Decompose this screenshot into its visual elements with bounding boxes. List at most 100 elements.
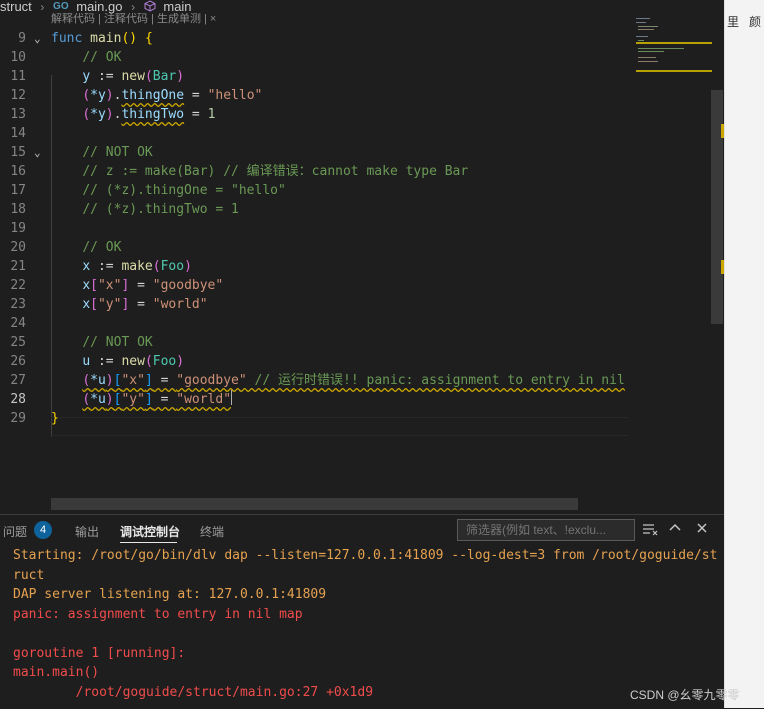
code-line[interactable]: 17 // (*z).thingOne = "hello"	[0, 181, 628, 200]
code-line[interactable]: 23 x["y"] = "world"	[0, 295, 628, 314]
code-token: (	[82, 88, 91, 103]
code-text: // OK	[51, 238, 121, 257]
line-number: 15	[10, 145, 26, 160]
code-line[interactable]: 13 (*y).thingTwo = 1	[0, 105, 628, 124]
code-line[interactable]: 21 x := make(Foo)	[0, 257, 628, 276]
code-line[interactable]: 14	[0, 124, 628, 143]
code-token: "hello"	[207, 88, 263, 103]
code-token: // (*z).thingOne = "hello"	[82, 183, 286, 198]
code-token: (	[144, 354, 153, 369]
code-token: "goodbye"	[152, 278, 224, 293]
breadcrumb-symbol[interactable]: main	[163, 0, 191, 14]
code-token: Foo	[152, 354, 177, 369]
code-token: *y	[90, 107, 106, 122]
chevron-right-icon: ›	[131, 0, 136, 14]
code-text: // OK	[51, 48, 121, 67]
code-token: )	[105, 373, 114, 388]
code-token: {	[144, 31, 153, 46]
code-text: (*u)["x"] = "goodbye" // 运行时错误!! panic: …	[51, 371, 624, 390]
line-number: 26	[10, 354, 26, 369]
code-line[interactable]: 10 // OK	[0, 48, 628, 67]
breadcrumb-folder[interactable]: struct	[0, 0, 32, 14]
code-token: )	[176, 354, 185, 369]
code-token: // (*z).thingTwo = 1	[82, 202, 239, 217]
fold-chevron-icon[interactable]: ⌄	[34, 143, 41, 162]
code-token: main	[90, 31, 122, 46]
code-line[interactable]: 25 // NOT OK	[0, 333, 628, 352]
code-token: x	[82, 297, 91, 312]
code-line[interactable]: 20 // OK	[0, 238, 628, 257]
code-token: "y"	[121, 392, 145, 407]
close-panel-icon[interactable]	[695, 521, 709, 538]
console-line: panic: assignment to entry in nil map	[13, 606, 303, 622]
line-number: 29	[10, 411, 26, 426]
code-text: // NOT OK	[51, 333, 152, 352]
line-number: 14	[10, 126, 26, 141]
code-text: x["x"] = "goodbye"	[51, 276, 223, 295]
clear-console-icon[interactable]	[642, 521, 658, 540]
console-line: /root/goguide/struct/main.go:27 +0x1d9	[13, 684, 374, 700]
code-line[interactable]: 26 u := new(Foo)	[0, 352, 628, 371]
code-line[interactable]: 19	[0, 219, 628, 238]
breadcrumb-file[interactable]: main.go	[76, 0, 122, 14]
code-token: // OK	[82, 50, 122, 65]
line-number: 10	[10, 50, 26, 65]
line-number: 20	[10, 240, 26, 255]
code-token: )	[176, 69, 185, 84]
code-line[interactable]: 15 ⌄ // NOT OK	[0, 143, 628, 162]
problems-count-badge: 4	[34, 521, 52, 539]
code-token: x	[82, 278, 91, 293]
line-number: 17	[10, 183, 26, 198]
code-token: (	[152, 259, 161, 274]
fold-chevron-icon[interactable]: ⌄	[34, 29, 41, 48]
horizontal-scrollbar[interactable]	[51, 498, 578, 510]
code-line[interactable]: 27 (*u)["x"] = "goodbye" // 运行时错误!! pani…	[0, 371, 628, 390]
bottom-panel: 问题 4 输出 调试控制台 终端 Starting: /root/go/bin/…	[0, 514, 724, 709]
minimap[interactable]	[630, 10, 712, 80]
code-token: "x"	[121, 373, 145, 388]
tab-problems[interactable]: 问题	[3, 523, 27, 540]
code-lens-actions[interactable]: 解释代码 | 注释代码 | 生成单测 | ×	[51, 13, 216, 25]
console-line: goroutine 1 [running]:	[13, 645, 186, 661]
code-line[interactable]: 29}	[0, 409, 628, 428]
tab-output[interactable]: 输出	[75, 523, 99, 540]
code-line[interactable]: 18 // (*z).thingTwo = 1	[0, 200, 628, 219]
code-editor[interactable]: 9 ⌄ func main() {10 // OK 11 y := new(Bar) 1…	[0, 28, 628, 498]
code-line[interactable]: 9 ⌄ func main() {	[0, 29, 628, 48]
code-token: ]	[144, 392, 153, 407]
code-line[interactable]: 28 (*u)["y"] = "world"	[0, 390, 628, 409]
tab-terminal[interactable]: 终端	[200, 523, 224, 540]
code-token: *u	[90, 392, 106, 407]
code-token: Foo	[160, 259, 185, 274]
code-token: =	[184, 107, 208, 122]
code-token: y	[82, 69, 91, 84]
tab-debug-console[interactable]: 调试控制台	[120, 523, 180, 540]
maximize-panel-icon[interactable]	[668, 521, 682, 538]
code-line[interactable]: 24	[0, 314, 628, 333]
code-token: Bar	[152, 69, 177, 84]
code-token: =	[129, 278, 153, 293]
code-line[interactable]: 12 (*y).thingOne = "hello"	[0, 86, 628, 105]
code-token: u	[82, 354, 91, 369]
code-line[interactable]: 22 x["x"] = "goodbye"	[0, 276, 628, 295]
code-token: [	[90, 278, 98, 293]
code-token: "x"	[97, 278, 122, 293]
side-pane: 里 颜	[724, 0, 764, 708]
code-token: (	[82, 373, 91, 388]
code-text: // (*z).thingTwo = 1	[51, 200, 239, 219]
debug-console-output[interactable]: Starting: /root/go/bin/dlv dap --listen=…	[13, 546, 717, 702]
code-line[interactable]: 11 y := new(Bar)	[0, 67, 628, 86]
code-token: func	[51, 31, 83, 46]
code-line[interactable]: 16 // z := make(Bar) // 编译错误：cannot make…	[0, 162, 628, 181]
code-token: ]	[144, 373, 153, 388]
filter-input[interactable]	[457, 519, 635, 541]
